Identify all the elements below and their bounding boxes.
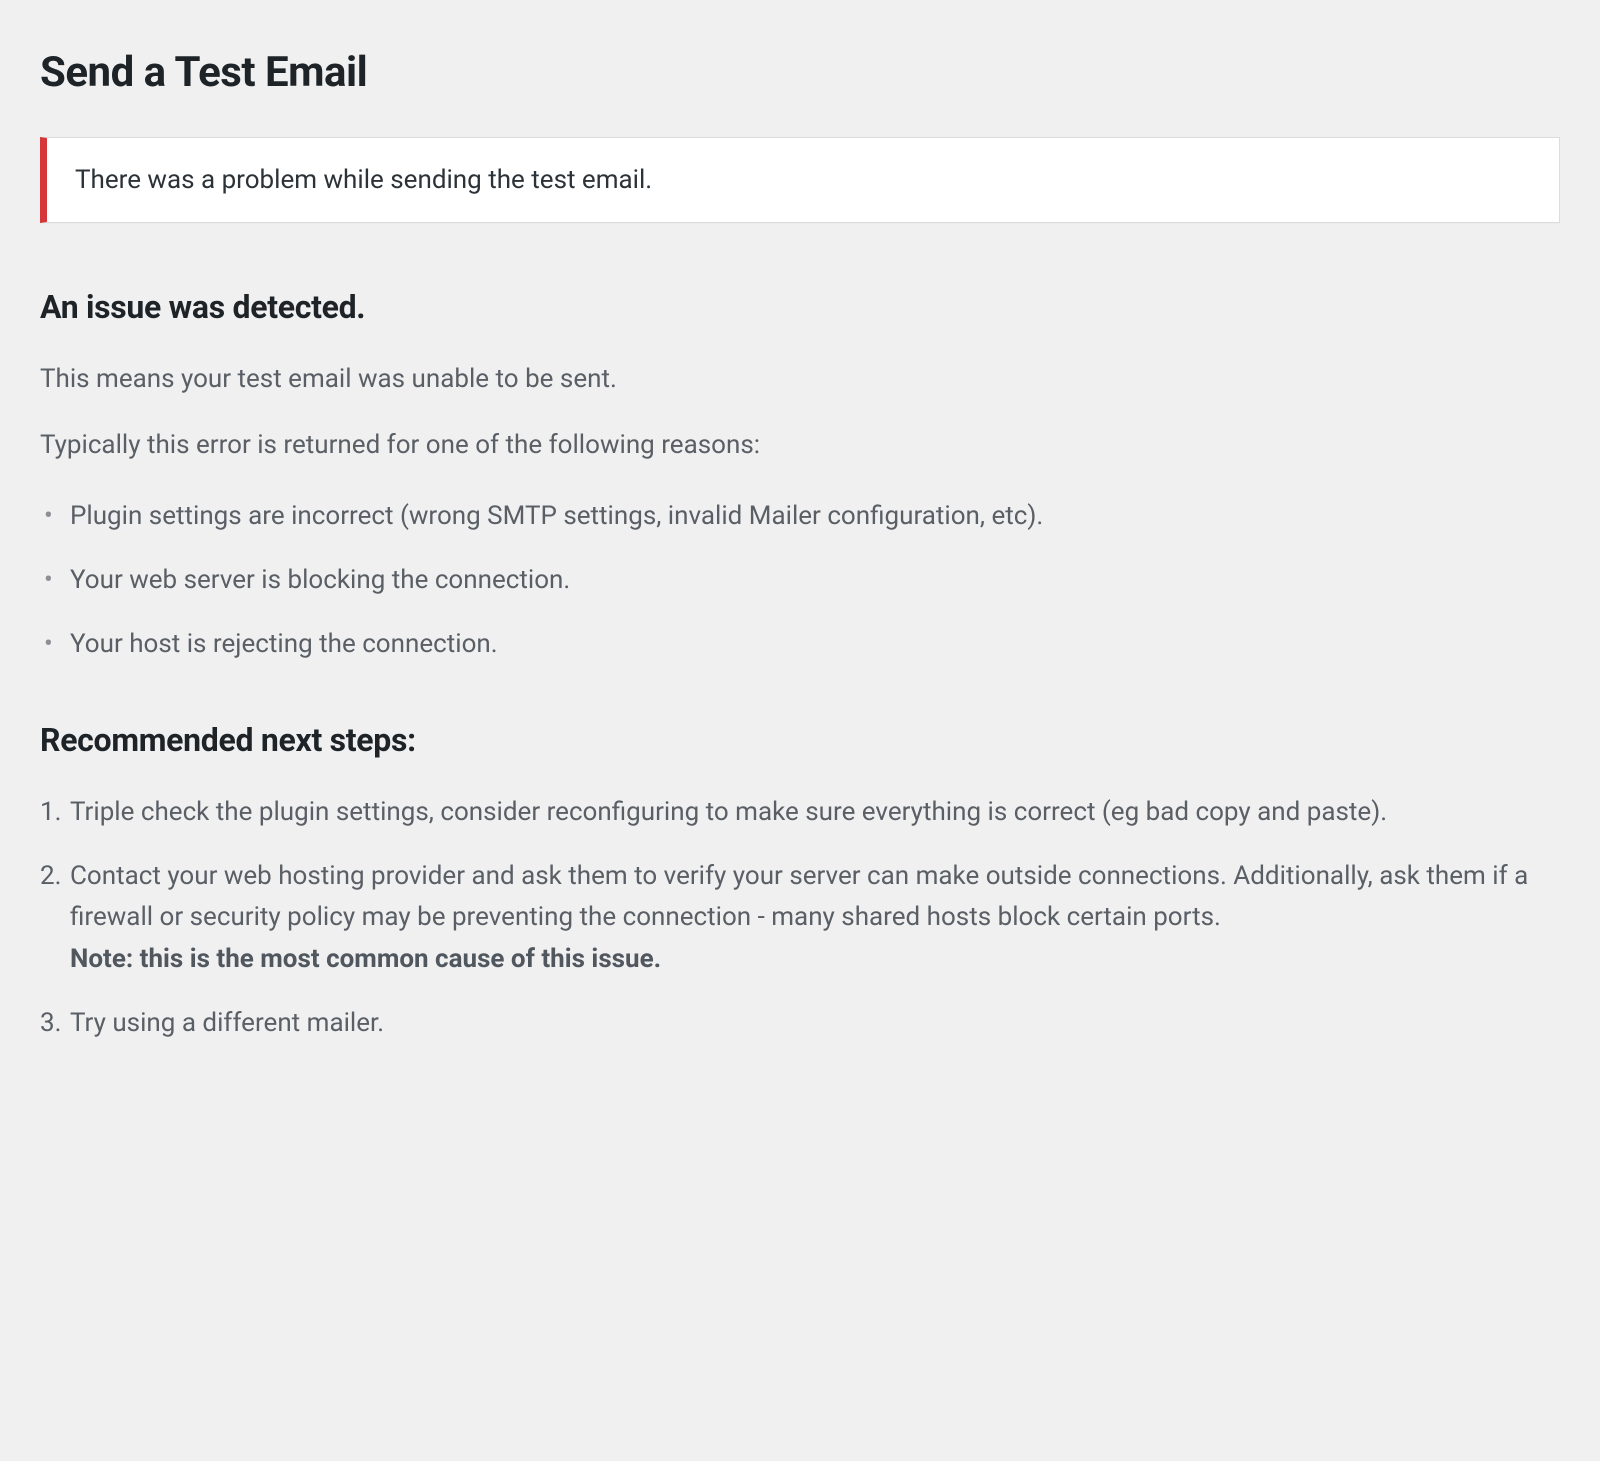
issue-intro: This means your test email was unable to… (40, 359, 1560, 399)
reasons-list: Plugin settings are incorrect (wrong SMT… (40, 496, 1560, 665)
error-message: There was a problem while sending the te… (75, 165, 652, 195)
next-steps-heading: Recommended next steps: (40, 716, 1560, 766)
step-text: Triple check the plugin settings, consid… (70, 797, 1387, 827)
step-item: Try using a different mailer. (40, 1003, 1560, 1043)
step-item: Contact your web hosting provider and as… (40, 856, 1560, 979)
steps-list: Triple check the plugin settings, consid… (40, 792, 1560, 1043)
page-title: Send a Test Email (40, 40, 1560, 105)
reason-item: Your web server is blocking the connecti… (40, 560, 1560, 600)
reason-item: Your host is rejecting the connection. (40, 624, 1560, 664)
step-item: Triple check the plugin settings, consid… (40, 792, 1560, 832)
step-text: Contact your web hosting provider and as… (70, 861, 1528, 931)
reason-item: Plugin settings are incorrect (wrong SMT… (40, 496, 1560, 536)
step-note: Note: this is the most common cause of t… (70, 939, 1560, 979)
error-banner: There was a problem while sending the te… (40, 137, 1560, 223)
issue-heading: An issue was detected. (40, 283, 1560, 333)
step-text: Try using a different mailer. (70, 1008, 384, 1038)
reasons-intro: Typically this error is returned for one… (40, 425, 1560, 465)
